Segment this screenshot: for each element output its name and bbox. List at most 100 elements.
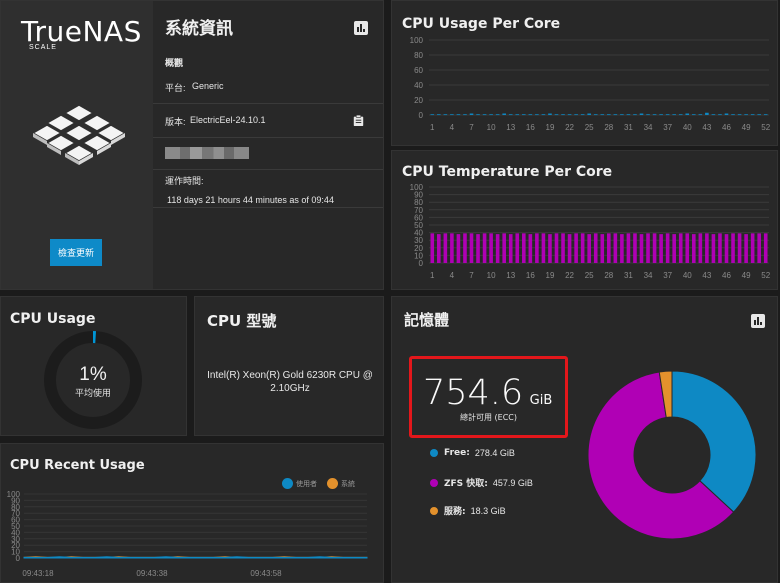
bar <box>548 113 552 115</box>
bar <box>587 113 591 115</box>
memory-total-unit: GiB <box>529 393 553 408</box>
bar <box>731 233 735 263</box>
legend-label: 系統 <box>341 480 355 488</box>
bar <box>456 114 461 116</box>
legend-value: 18.3 GiB <box>470 505 506 516</box>
brand-edition: SCALE <box>29 44 57 51</box>
bar <box>652 114 657 116</box>
bar <box>567 234 572 263</box>
donut-hole <box>634 417 710 493</box>
version-label: 版本: <box>165 117 186 127</box>
x-tick-label: 22 <box>565 271 574 280</box>
bar <box>443 114 448 116</box>
hostname-redacted <box>165 147 249 159</box>
legend-system[interactable]: 系統 <box>327 478 355 489</box>
bar <box>685 233 690 263</box>
memory-legend-item: 服務: 18.3 GiB <box>430 504 506 517</box>
x-tick-label: 31 <box>624 123 633 132</box>
uptime-label: 運作時間: <box>165 176 204 186</box>
bar <box>456 234 461 263</box>
bar <box>548 234 552 263</box>
memory-title: 記憶體 <box>404 311 450 329</box>
bar <box>561 114 565 116</box>
bar <box>639 234 644 263</box>
memory-legend-item: Free: 278.4 GiB <box>430 448 515 458</box>
legend-swatch <box>282 478 293 489</box>
bar <box>535 233 539 263</box>
bar <box>508 234 513 263</box>
legend-swatch <box>327 478 338 489</box>
bar <box>698 233 703 263</box>
bar <box>508 114 513 116</box>
legend-label: 服務: <box>444 507 466 517</box>
memory-total-box: 754.6 GiB 總計可用 (ECC) <box>409 356 568 438</box>
x-tick-label: 46 <box>722 271 731 280</box>
bar <box>495 114 500 116</box>
bar <box>437 114 441 116</box>
bar <box>613 114 618 116</box>
x-tick-label: 7 <box>469 123 474 132</box>
x-tick-label: 09:43:38 <box>136 569 168 578</box>
bar <box>469 113 474 115</box>
legend-value: 278.4 GiB <box>474 448 515 458</box>
bar <box>430 233 435 263</box>
bar-chart-icon[interactable] <box>354 21 368 35</box>
bar <box>515 114 520 116</box>
x-tick-label: 43 <box>702 123 711 132</box>
y-tick-label: 20 <box>414 96 423 105</box>
bar <box>750 114 755 116</box>
bar <box>692 114 696 116</box>
bar <box>489 114 493 116</box>
bar <box>639 113 644 115</box>
divider <box>153 207 383 208</box>
check-updates-button[interactable]: 檢查更新 <box>50 239 102 266</box>
bar <box>678 114 683 116</box>
bar <box>522 233 526 263</box>
cpu-usage-per-core-chart: 0 20 40 60 80 100 1 4 7 10 13 16 19 22 25 28 31 34 37 40 43 4… <box>410 36 771 132</box>
bar <box>718 114 722 116</box>
memory-total-caption: 總計可用 (ECC) <box>459 413 517 422</box>
bar-chart-icon[interactable] <box>751 314 765 328</box>
bar <box>620 234 624 263</box>
logo-panel: TrueNAS SCALE 檢查更新 <box>1 1 153 289</box>
bar <box>567 114 572 116</box>
bar <box>541 114 546 116</box>
x-tick-label: 13 <box>506 271 515 280</box>
divider <box>153 169 383 170</box>
legend-value: 457.9 GiB <box>492 477 533 488</box>
y-tick-label: 100 <box>7 490 21 499</box>
x-tick-label: 49 <box>742 271 751 280</box>
x-tick-label: 16 <box>526 123 535 132</box>
y-tick-label: 100 <box>410 36 424 45</box>
clipboard-icon[interactable] <box>353 114 364 127</box>
bar <box>731 114 735 116</box>
bar <box>672 234 676 263</box>
bar <box>528 234 533 263</box>
x-tick-label: 25 <box>585 271 594 280</box>
bar <box>633 233 637 263</box>
x-tick-label: 09:43:18 <box>22 569 54 578</box>
cpu-model-card: CPU 型號 Intel(R) Xeon(R) Gold 6230R CPU @… <box>194 296 384 436</box>
bar <box>593 233 598 263</box>
bar <box>437 234 441 263</box>
bar <box>705 233 709 263</box>
bar <box>646 233 650 263</box>
truenas-logo-icon <box>31 104 127 165</box>
bar <box>580 233 585 263</box>
y-tick-label: 0 <box>419 111 424 120</box>
bar <box>665 233 670 263</box>
bar <box>600 114 605 116</box>
bar <box>430 114 435 116</box>
bar <box>593 114 598 116</box>
legend-swatch <box>430 449 438 457</box>
x-tick-label: 19 <box>546 123 555 132</box>
bar <box>744 114 748 116</box>
cpu-temperature-per-core-chart: 01020304050607080901001 4 7 10 13 16 19 22 25 28 3… <box>410 183 771 280</box>
bar <box>711 114 716 116</box>
bar <box>665 114 670 116</box>
y-tick-label: 100 <box>410 183 424 192</box>
platform-label: 平台: <box>165 83 186 93</box>
bar <box>652 233 657 263</box>
bar <box>757 114 761 116</box>
legend-user[interactable]: 使用者 <box>282 478 317 489</box>
